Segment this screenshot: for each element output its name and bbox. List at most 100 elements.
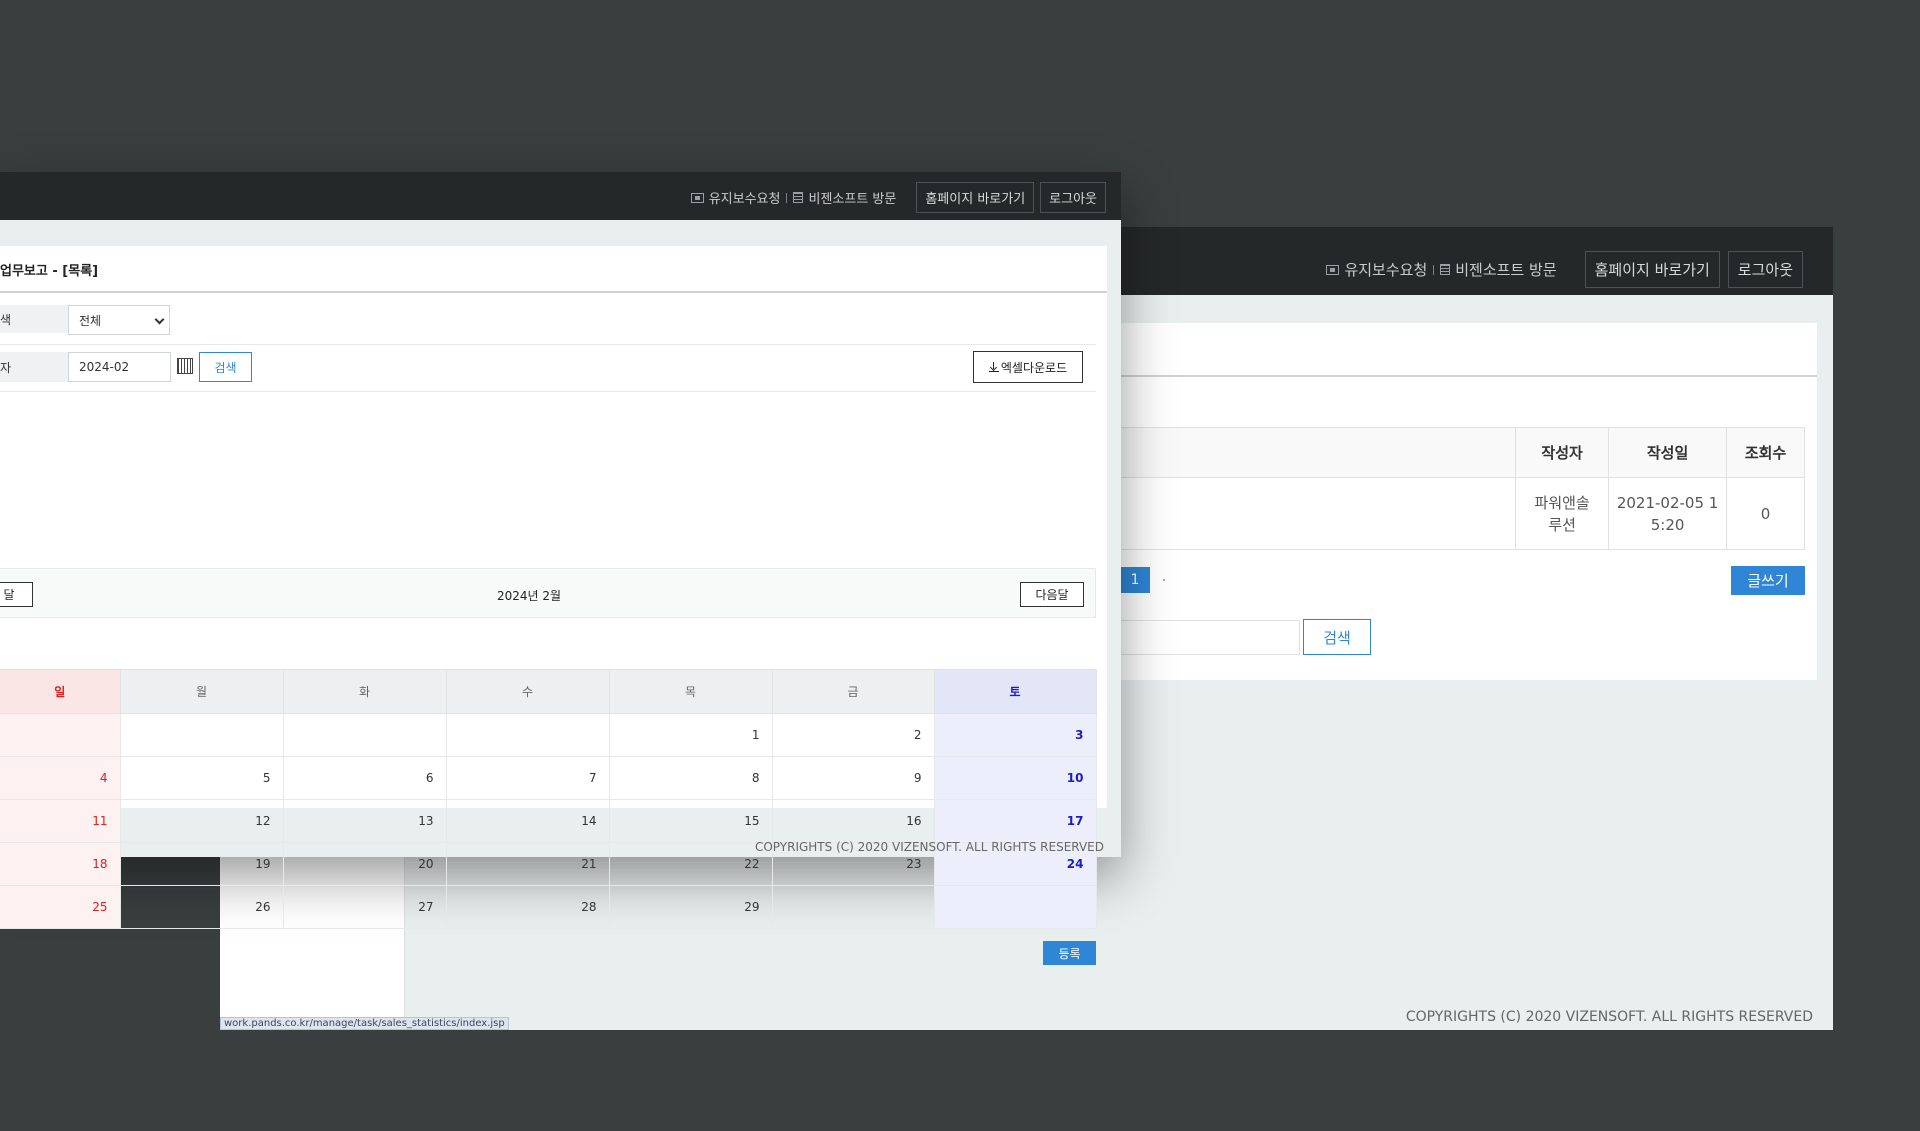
search-button[interactable]: 검색 [199,352,252,382]
category-select[interactable]: 전체 [68,305,170,335]
calendar-day[interactable]: 19 [119,842,284,886]
chevron-down-icon [154,314,165,325]
table-header-date: 작성일 [1608,427,1728,478]
excel-download-button[interactable]: 엑셀다운로드 [973,351,1083,383]
table-header-title [1120,427,1517,478]
table-header-author: 작성자 [1515,427,1610,478]
write-button[interactable]: 글쓰기 [1731,566,1805,595]
table-row[interactable]: 파워앤솔 루션 2021-02-05 1 5:20 0 [1120,477,1805,550]
download-icon [988,362,999,372]
maintenance-icon [1326,264,1340,275]
weekday-monday: 월 [119,669,284,714]
back-content-panel: 작성자 작성일 조회수 파워앤솔 루션 2021-02-05 1 5:20 0 … [1120,323,1817,680]
weekday-tuesday: 화 [282,669,447,714]
front-top-header: 유지보수요청 비젠소프트 방문 홈페이지 바로가기 로그아웃 [0,172,1121,220]
pagination-dot [1163,579,1165,581]
divider [786,192,788,203]
calendar-week: 4 5 6 7 8 9 10 [0,756,1097,800]
foreground-window: 유지보수요청 비젠소프트 방문 홈페이지 바로가기 로그아웃 업무보고 - [목… [0,172,1121,965]
board-table: 작성자 작성일 조회수 파워앤솔 루션 2021-02-05 1 5:20 0 [1120,427,1805,550]
calendar-day[interactable]: 5 [119,756,284,800]
search-type-label: 색 [0,305,68,333]
current-month-label: 2024년 2월 [497,589,562,603]
maintenance-request-link[interactable]: 유지보수요청 [1326,259,1427,280]
calendar-day[interactable]: 10 [933,756,1097,800]
calendar-day[interactable]: 12 [119,799,284,843]
search-button[interactable]: 검색 [1303,619,1371,655]
filter-row-date: 자 2024-02 검색 엑셀다운로드 [0,345,1096,392]
calendar-day[interactable]: 21 [445,842,610,886]
copyright-text: COPYRIGHTS (C) 2020 VIZENSOFT. ALL RIGHT… [1405,1009,1813,1025]
visit-link[interactable]: 비젠소프트 방문 [1440,259,1557,280]
table-cell-date: 2021-02-05 1 5:20 [1608,477,1728,550]
table-cell-views: 0 [1726,477,1805,550]
next-month-button[interactable]: 다음달 [1020,582,1084,607]
calendar-day[interactable] [0,713,121,757]
maintenance-icon [690,192,704,203]
calendar: 일 월 화 수 목 금 토 1 2 3 4 5 6 7 8 9 10 11 12… [0,669,1097,929]
calendar-day[interactable]: 7 [445,756,610,800]
calendar-day[interactable]: 15 [608,799,773,843]
calendar-day[interactable]: 9 [771,756,935,800]
weekday-wednesday: 수 [445,669,610,714]
calendar-day[interactable] [933,885,1097,929]
calendar-week: 25 26 27 28 29 [0,885,1097,929]
weekday-thursday: 목 [608,669,773,714]
calendar-day[interactable] [282,713,447,757]
logout-button[interactable]: 로그아웃 [1727,251,1803,288]
calendar-day[interactable]: 13 [282,799,447,843]
maintenance-request-link[interactable]: 유지보수요청 [690,188,780,207]
calendar-day[interactable]: 11 [0,799,121,843]
weekday-friday: 금 [771,669,935,714]
calendar-day[interactable]: 20 [282,842,447,886]
weekday-sunday: 일 [0,669,121,714]
calendar-day[interactable]: 28 [445,885,610,929]
panel-divider [1120,375,1817,377]
page-number-current[interactable]: 1 [1120,567,1150,593]
prev-month-button[interactable]: 달 [0,582,33,607]
calendar-day[interactable]: 25 [0,885,121,929]
date-input[interactable]: 2024-02 [68,352,171,382]
calendar-icon[interactable] [177,358,193,374]
calendar-day[interactable] [119,713,284,757]
calendar-day[interactable]: 27 [282,885,447,929]
calendar-day[interactable]: 14 [445,799,610,843]
calendar-week: 1 2 3 [0,713,1097,757]
table-header-row: 작성자 작성일 조회수 [1120,427,1805,478]
register-button[interactable]: 등록 [1043,941,1096,965]
calendar-day[interactable] [771,885,935,929]
calendar-day[interactable]: 4 [0,756,121,800]
filter-row-select: 색 전체 [0,293,1096,345]
document-icon [793,192,804,203]
calendar-day[interactable]: 6 [282,756,447,800]
homepage-button[interactable]: 홈페이지 바로가기 [916,182,1035,213]
calendar-day[interactable]: 26 [119,885,284,929]
homepage-button[interactable]: 홈페이지 바로가기 [1584,251,1720,288]
table-header-views: 조회수 [1726,427,1805,478]
calendar-week: 11 12 13 14 15 16 17 [0,799,1097,843]
table-cell-author: 파워앤솔 루션 [1515,477,1610,550]
search-input[interactable] [1120,620,1300,655]
calendar-day[interactable]: 2 [771,713,935,757]
calendar-day[interactable]: 22 [608,842,773,886]
table-cell-title[interactable] [1120,477,1517,550]
calendar-day[interactable]: 16 [771,799,935,843]
calendar-day[interactable]: 8 [608,756,773,800]
month-navigation: 달 2024년 2월 다음달 [0,568,1096,618]
page-title: 업무보고 - [목록] [0,264,99,279]
logout-button[interactable]: 로그아웃 [1040,182,1106,213]
calendar-day[interactable]: 1 [608,713,773,757]
divider [1433,264,1435,275]
calendar-day[interactable]: 18 [0,842,121,886]
weekday-saturday: 토 [933,669,1097,714]
calendar-weekday-row: 일 월 화 수 목 금 토 [0,669,1097,714]
visit-link[interactable]: 비젠소프트 방문 [793,188,896,207]
calendar-day[interactable]: 17 [933,799,1097,843]
calendar-day[interactable]: 3 [933,713,1097,757]
calendar-day[interactable]: 29 [608,885,773,929]
copyright-text: COPYRIGHTS (C) 2020 VIZENSOFT. ALL RIGHT… [754,840,1104,854]
date-label: 자 [0,352,68,382]
calendar-day[interactable] [445,713,610,757]
status-bar-url: work.pands.co.kr/manage/task/sales_stati… [220,1017,509,1030]
document-icon [1440,264,1451,275]
